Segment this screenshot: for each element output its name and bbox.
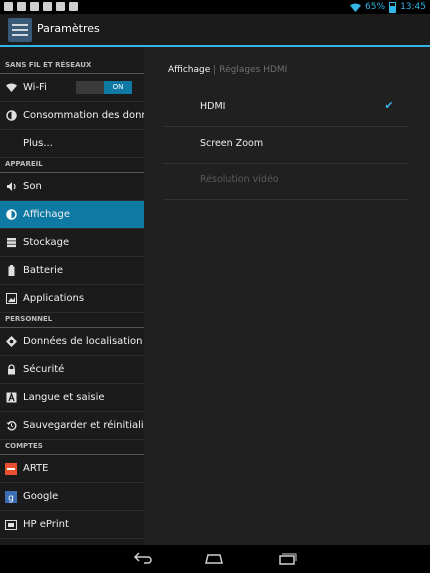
sidebar-item-label: Batterie [23, 265, 64, 276]
battery-icon [5, 265, 17, 277]
section-header-accounts: COMPTES [0, 440, 144, 455]
notification-icons [4, 2, 78, 11]
pref-label: Screen Zoom [200, 138, 264, 149]
toggle-state: ON [104, 81, 132, 94]
storage-icon [5, 237, 17, 249]
sidebar-item-label: ARTE [23, 463, 49, 474]
sidebar-item-label: Applications [23, 293, 85, 304]
sidebar-item-data-usage[interactable]: Consommation des données [0, 102, 144, 130]
settings-sidebar: SANS FIL ET RÉSEAUX Wi-Fi ON Consommatio… [0, 47, 144, 545]
sidebar-item-label: Google [23, 491, 59, 502]
sidebar-item-label: Wi-Fi [23, 82, 47, 93]
app-icon [17, 2, 26, 11]
apps-icon [5, 293, 17, 305]
sidebar-item-security[interactable]: Sécurité [0, 356, 144, 384]
sidebar-item-label: Données de localisation [23, 336, 143, 347]
data-usage-icon [5, 110, 17, 122]
section-header-device: APPAREIL [0, 158, 144, 173]
breadcrumb-parent[interactable]: Affichage [168, 65, 210, 75]
pref-label: Résolution vidéo [200, 174, 279, 185]
navigation-bar [0, 545, 430, 573]
sidebar-item-label: HP ePrint [23, 519, 69, 530]
sidebar-item-google[interactable]: g Google [0, 483, 144, 511]
battery-status-icon [389, 1, 397, 13]
sidebar-item-language[interactable]: Langue et saisie [0, 384, 144, 412]
wifi-toggle[interactable]: ON [76, 81, 132, 94]
sidebar-item-display[interactable]: Affichage [0, 201, 144, 229]
wifi-signal-icon [350, 3, 362, 12]
sidebar-item-label: Langue et saisie [23, 392, 105, 403]
usb-icon [43, 2, 52, 11]
sidebar-item-battery[interactable]: Batterie [0, 257, 144, 285]
breadcrumb: Affichage Réglages HDMI [168, 65, 287, 75]
sidebar-item-sound[interactable]: Son [0, 173, 144, 201]
sidebar-item-backup[interactable]: Sauvegarder et réinitialiser [0, 412, 144, 440]
briefcase-icon [69, 2, 78, 11]
pref-label: HDMI [200, 101, 226, 112]
detail-pane: Affichage Réglages HDMI HDMI ✔ Screen Zo… [144, 47, 430, 545]
status-bar: 65% 13:45 [0, 0, 430, 14]
home-icon[interactable] [204, 551, 224, 565]
checkbox-checked-icon[interactable]: ✔ [384, 100, 394, 111]
back-icon[interactable] [133, 551, 153, 565]
action-bar: Paramètres [0, 14, 430, 47]
bag-icon [56, 2, 65, 11]
location-icon [5, 336, 17, 348]
wifi-icon [5, 82, 17, 94]
sidebar-item-arte[interactable]: ARTE [0, 455, 144, 483]
breadcrumb-divider [214, 65, 216, 75]
sidebar-item-label: Consommation des données [23, 110, 144, 121]
battery-percent: 65% [365, 2, 386, 12]
svg-text:g: g [8, 493, 14, 503]
google-icon: g [5, 490, 17, 503]
sidebar-item-wifi[interactable]: Wi-Fi ON [0, 74, 144, 102]
sidebar-item-more[interactable]: Plus... [0, 130, 144, 158]
pref-screen-zoom[interactable]: Screen Zoom [164, 127, 408, 164]
clock: 13:45 [400, 2, 426, 12]
section-header-personal: PERSONNEL [0, 313, 144, 328]
brightness-icon [5, 209, 17, 221]
lock-icon [5, 364, 17, 376]
recents-icon[interactable] [277, 551, 297, 565]
arte-icon [5, 462, 17, 475]
hp-eprint-icon [5, 519, 17, 531]
sidebar-item-label: Plus... [23, 138, 53, 149]
sidebar-item-apps[interactable]: Applications [0, 285, 144, 313]
sidebar-item-label: Sauvegarder et réinitialiser [23, 420, 144, 431]
sidebar-item-label: Affichage [23, 209, 70, 220]
notification-icon [4, 2, 13, 11]
sidebar-item-location[interactable]: Données de localisation [0, 328, 144, 356]
pref-hdmi[interactable]: HDMI ✔ [164, 90, 408, 127]
speaker-icon [5, 181, 17, 193]
breadcrumb-current: Réglages HDMI [219, 65, 288, 75]
sidebar-item-hp-eprint[interactable]: HP ePrint [0, 511, 144, 539]
sidebar-item-storage[interactable]: Stockage [0, 229, 144, 257]
pref-video-resolution: Résolution vidéo [164, 163, 408, 200]
sidebar-item-label: Stockage [23, 237, 70, 248]
settings-sliders-icon[interactable] [8, 18, 32, 42]
sidebar-item-label: Sécurité [23, 364, 65, 375]
app-title: Paramètres [37, 22, 100, 35]
gallery-icon [30, 2, 39, 11]
keyboard-icon [5, 392, 17, 404]
section-header-wireless: SANS FIL ET RÉSEAUX [0, 59, 144, 74]
backup-icon [5, 420, 17, 432]
sidebar-item-label: Son [23, 181, 42, 192]
